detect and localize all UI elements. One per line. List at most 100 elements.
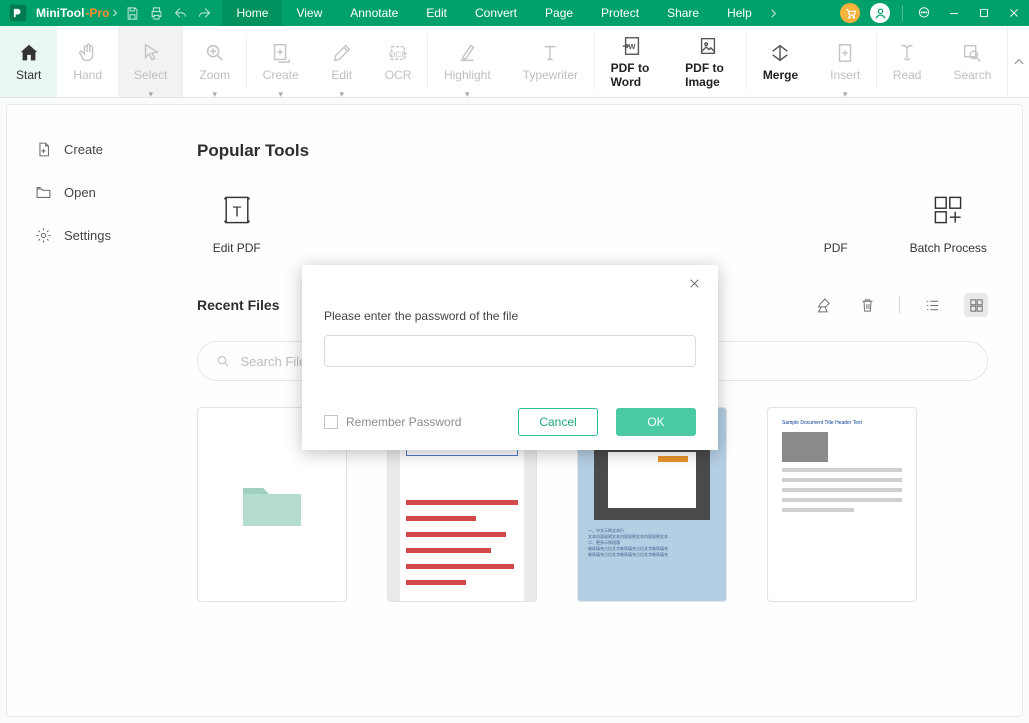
merge-icon xyxy=(769,42,791,64)
side-open-label: Open xyxy=(64,185,96,200)
menu-home[interactable]: Home xyxy=(222,0,282,26)
recent-clear-button[interactable] xyxy=(811,293,835,317)
redo-icon xyxy=(197,6,212,21)
chat-icon xyxy=(917,6,931,20)
pdf-word-icon: W xyxy=(621,35,643,57)
batch-icon xyxy=(930,192,966,228)
remember-password-checkbox[interactable]: Remember Password xyxy=(324,415,461,429)
ribbon-edit-label: Edit xyxy=(331,68,352,82)
ribbon-zoom-label: Zoom xyxy=(199,68,230,82)
side-create[interactable]: Create xyxy=(35,141,197,158)
highlight-icon xyxy=(456,42,478,64)
pdf-image-icon xyxy=(697,35,719,57)
side-settings[interactable]: Settings xyxy=(35,227,197,244)
side-create-label: Create xyxy=(64,142,103,157)
ribbon-ocr[interactable]: OCR OCR xyxy=(369,26,428,97)
quick-print-button[interactable] xyxy=(144,0,168,26)
side-settings-label: Settings xyxy=(64,228,111,243)
recent-list-view-button[interactable] xyxy=(920,293,944,317)
minimize-icon xyxy=(947,6,961,20)
menu-convert[interactable]: Convert xyxy=(461,0,531,26)
app-logo xyxy=(0,3,36,23)
search-icon xyxy=(961,42,983,64)
ribbon-hand-label: Hand xyxy=(73,68,102,82)
menu-protect[interactable]: Protect xyxy=(587,0,653,26)
ribbon-pdf-to-word[interactable]: W PDF to Word xyxy=(595,26,670,97)
account-button[interactable] xyxy=(865,0,895,26)
zoom-icon xyxy=(204,42,226,64)
shop-button[interactable] xyxy=(835,0,865,26)
maximize-button[interactable] xyxy=(969,0,999,26)
ribbon-search[interactable]: Search xyxy=(937,26,1007,97)
ribbon-insert-label: Insert xyxy=(830,68,860,82)
new-file-icon xyxy=(35,141,52,158)
recent-grid-view-button[interactable] xyxy=(964,293,988,317)
dialog-close-button[interactable] xyxy=(688,277,704,293)
gear-icon xyxy=(35,227,52,244)
minimize-button[interactable] xyxy=(939,0,969,26)
ribbon-highlight[interactable]: Highlight ▾ xyxy=(428,26,507,97)
menu-more-button[interactable] xyxy=(766,0,782,26)
edit-pdf-icon: T xyxy=(219,192,255,228)
tool-edit-pdf[interactable]: T Edit PDF xyxy=(197,189,277,255)
side-open[interactable]: Open xyxy=(35,184,197,201)
folder-large-icon xyxy=(239,480,305,530)
tool-compress-pdf-label: PDF xyxy=(824,241,848,255)
ribbon-select[interactable]: Select ▾ xyxy=(118,26,183,97)
close-icon xyxy=(688,277,701,290)
recent-divider xyxy=(899,296,900,314)
ribbon-pdf-to-image[interactable]: PDF to Image xyxy=(669,26,746,97)
menu-edit[interactable]: Edit xyxy=(412,0,461,26)
ribbon-hand[interactable]: Hand xyxy=(57,26,118,97)
ribbon-edit[interactable]: Edit ▾ xyxy=(315,26,369,97)
read-icon xyxy=(896,42,918,64)
chevron-right-icon xyxy=(768,8,779,19)
close-button[interactable] xyxy=(999,0,1029,26)
undo-icon xyxy=(173,6,188,21)
menu-help[interactable]: Help xyxy=(713,0,766,26)
ribbon-create[interactable]: Create ▾ xyxy=(247,26,315,97)
tool-compress-pdf[interactable]: PDF xyxy=(773,189,853,255)
ribbon-merge[interactable]: Merge xyxy=(747,26,814,97)
menu-bar: Home View Annotate Edit Convert Page Pro… xyxy=(222,0,781,26)
recent-thumb-4[interactable]: Sample Document Title Header Text xyxy=(767,407,917,602)
menu-annotate[interactable]: Annotate xyxy=(336,0,412,26)
quick-redo-button[interactable] xyxy=(192,0,216,26)
cancel-button[interactable]: Cancel xyxy=(518,408,598,436)
ribbon-search-label: Search xyxy=(953,68,991,82)
ok-button[interactable]: OK xyxy=(616,408,696,436)
ribbon-zoom[interactable]: Zoom ▾ xyxy=(183,26,246,97)
menu-view[interactable]: View xyxy=(282,0,336,26)
quick-save-button[interactable] xyxy=(120,0,144,26)
feedback-button[interactable] xyxy=(909,0,939,26)
menu-page[interactable]: Page xyxy=(531,0,587,26)
recent-delete-button[interactable] xyxy=(855,293,879,317)
print-icon xyxy=(149,6,164,21)
cart-icon xyxy=(844,7,857,20)
grid-icon xyxy=(968,297,985,314)
ribbon-select-label: Select xyxy=(134,68,167,82)
menu-share[interactable]: Share xyxy=(653,0,713,26)
ribbon-insert[interactable]: Insert ▾ xyxy=(814,26,876,97)
titlebar-sep2 xyxy=(895,0,909,26)
ribbon-pdf-to-word-label: PDF to Word xyxy=(611,61,654,89)
typewriter-icon xyxy=(539,42,561,64)
maximize-icon xyxy=(977,6,991,20)
ribbon-typewriter-label: Typewriter xyxy=(523,68,578,82)
side-nav: Create Open Settings xyxy=(7,105,197,716)
ribbon-merge-label: Merge xyxy=(763,68,798,82)
ribbon-typewriter[interactable]: Typewriter xyxy=(507,26,594,97)
app-name-suffix: -Pro xyxy=(85,6,109,20)
svg-text:T: T xyxy=(232,204,241,220)
ribbon-read[interactable]: Read xyxy=(877,26,938,97)
tool-batch-process-label: Batch Process xyxy=(910,241,987,255)
password-dialog: Please enter the password of the file Re… xyxy=(302,265,718,450)
ribbon-collapse-button[interactable] xyxy=(1007,26,1029,97)
quick-undo-button[interactable] xyxy=(168,0,192,26)
password-input[interactable] xyxy=(324,335,696,367)
folder-icon xyxy=(35,184,52,201)
ribbon-start-label: Start xyxy=(16,68,41,82)
list-icon xyxy=(924,297,941,314)
tool-batch-process[interactable]: Batch Process xyxy=(909,189,989,255)
ribbon-start[interactable]: Start xyxy=(0,26,57,97)
